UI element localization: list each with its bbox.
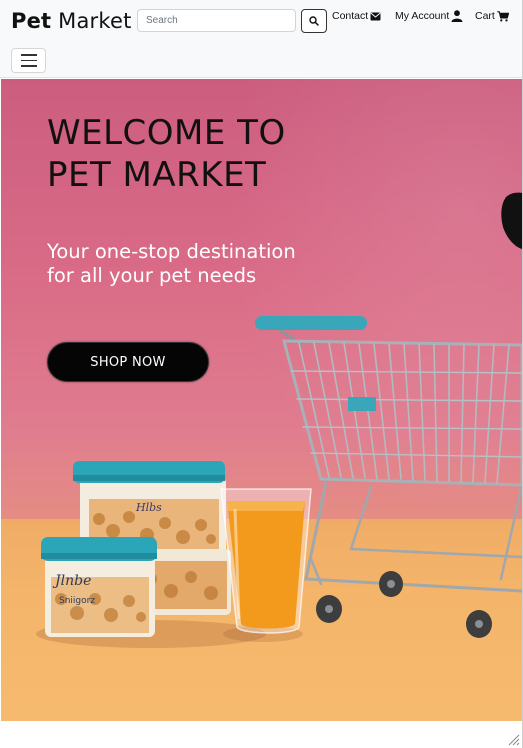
- brand-bold: Pet: [11, 9, 52, 33]
- nav-my-account[interactable]: My Account: [395, 10, 463, 22]
- navbar: Pet Market Contact My Account: [0, 0, 522, 78]
- hamburger-icon: [20, 54, 37, 56]
- hero-subtitle: Your one-stop destination for all your p…: [47, 240, 296, 287]
- search-button[interactable]: [301, 9, 327, 33]
- brand-rest: Market: [51, 9, 132, 33]
- page-bottom: [0, 721, 522, 748]
- nav-cart[interactable]: Cart: [475, 10, 509, 22]
- nav-account-label: My Account: [395, 10, 450, 22]
- nav-contact-label: Contact: [332, 10, 369, 22]
- hero-title: WELCOME TO PET MARKET: [47, 113, 286, 195]
- food-container-front: Jlnbe Sniigorz: [41, 537, 157, 637]
- nav-contact[interactable]: Contact: [332, 10, 381, 22]
- resize-grip-icon[interactable]: [506, 732, 520, 746]
- svg-text:Sniigorz: Sniigorz: [59, 596, 95, 606]
- search-field: [137, 9, 296, 32]
- brand-logo[interactable]: Pet Market: [11, 9, 132, 33]
- search-icon: [309, 16, 319, 26]
- menu-toggle-button[interactable]: [11, 48, 46, 73]
- svg-text:Hlbs: Hlbs: [135, 501, 162, 514]
- page: Pet Market Contact My Account: [0, 0, 523, 748]
- nav-cart-label: Cart: [475, 10, 495, 22]
- cart-icon: [497, 10, 509, 21]
- envelope-icon: [370, 12, 381, 20]
- user-icon: [451, 10, 463, 22]
- shop-now-button[interactable]: SHOP NOW: [47, 342, 209, 382]
- svg-text:Jlnbe: Jlnbe: [52, 573, 91, 589]
- juice-cup: [220, 488, 312, 634]
- hero-banner: Hlbs Jlnbe Sniigorz WELCOME TO PET MARKE…: [1, 79, 522, 721]
- search-input[interactable]: [138, 10, 295, 31]
